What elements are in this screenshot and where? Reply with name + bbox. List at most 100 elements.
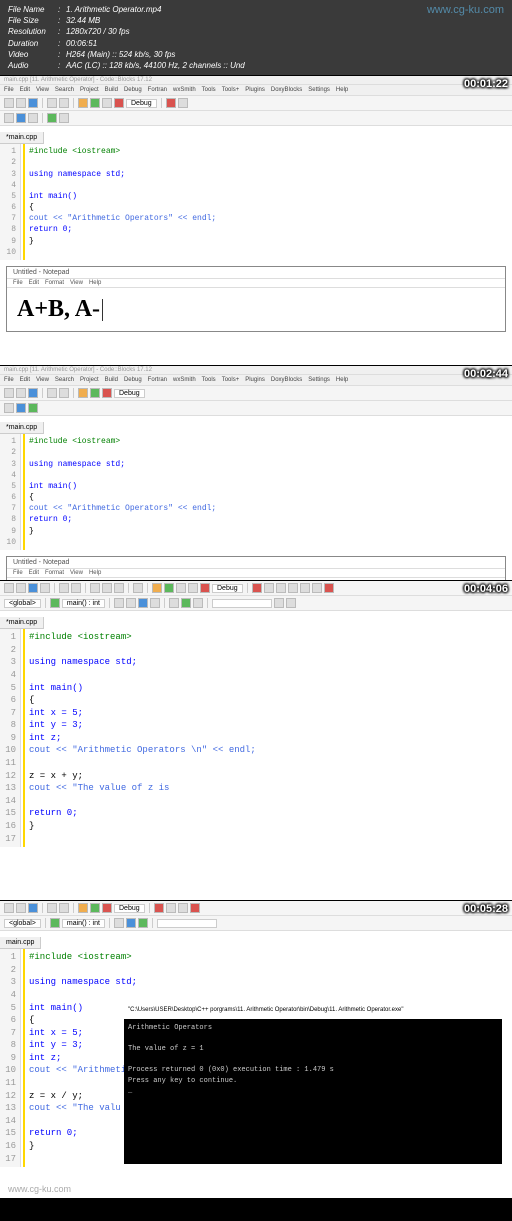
tool-icon[interactable] [286,598,296,608]
editor-tab-4[interactable]: main.cpp [0,937,41,949]
tool-icon[interactable] [28,403,38,413]
code-content[interactable]: #include <iostream> using namespace std;… [23,434,512,550]
np-menu-format[interactable]: Format [45,570,64,576]
menu-search[interactable]: Search [55,87,74,93]
paste-icon[interactable] [114,583,124,593]
target-dropdown[interactable]: Debug [114,389,145,398]
redo-icon[interactable] [71,583,81,593]
np-menu-file[interactable]: File [13,570,23,576]
open-icon[interactable] [16,903,26,913]
ide-menubar-2[interactable]: FileEditViewSearchProjectBuildDebugFortr… [0,375,512,386]
menu-debug[interactable]: Debug [124,377,142,383]
code-editor-3[interactable]: 1234567891011121314151617 #include <iost… [0,629,512,847]
save-icon[interactable] [28,98,38,108]
step-icon[interactable] [166,903,176,913]
menu-settings[interactable]: Settings [308,87,330,93]
np-menu-edit[interactable]: Edit [29,570,39,576]
np-menu-edit[interactable]: Edit [29,280,39,286]
notepad-textarea[interactable]: A+B, A- [7,288,505,331]
copy-icon[interactable] [102,583,112,593]
new-icon[interactable] [4,583,14,593]
ide-menubar-1[interactable]: FileEditViewSearchProjectBuildDebugFortr… [0,85,512,96]
target-dropdown[interactable]: Debug [114,904,145,913]
menu-build[interactable]: Build [105,87,118,93]
code-editor-2[interactable]: 12345678910 #include <iostream> using na… [0,434,512,550]
undo-icon[interactable] [47,388,57,398]
next-line-icon[interactable] [276,583,286,593]
goto-icon[interactable] [50,598,60,608]
target-dropdown[interactable]: Debug [126,99,157,108]
next-instr-icon[interactable] [312,583,322,593]
menu-search[interactable]: Search [55,377,74,383]
scope-dropdown[interactable]: <global> [4,599,41,608]
find-icon[interactable] [133,583,143,593]
function-dropdown[interactable]: main() : int [62,919,105,928]
tool-icon[interactable] [181,598,191,608]
scope-dropdown[interactable]: <global> [4,919,41,928]
np-menu-view[interactable]: View [70,570,83,576]
cut-icon[interactable] [90,583,100,593]
new-icon[interactable] [4,98,14,108]
np-menu-format[interactable]: Format [45,280,64,286]
np-menu-help[interactable]: Help [89,570,101,576]
step-into-icon[interactable] [288,583,298,593]
tool-icon[interactable] [16,403,26,413]
debug-icon[interactable] [166,98,176,108]
code-content[interactable]: #include <iostream> using namespace std;… [23,629,512,847]
redo-icon[interactable] [59,903,69,913]
menu-build[interactable]: Build [105,377,118,383]
run-icon[interactable] [164,583,174,593]
menu-settings[interactable]: Settings [308,377,330,383]
tool-icon[interactable] [16,113,26,123]
run-cursor-icon[interactable] [264,583,274,593]
search-box[interactable] [212,599,272,608]
menu-tools[interactable]: Tools [202,87,216,93]
tool-icon[interactable] [114,598,124,608]
menu-help[interactable]: Help [336,377,348,383]
build-run-icon[interactable] [102,98,112,108]
search-box[interactable] [157,919,217,928]
build-icon[interactable] [152,583,162,593]
abort-icon[interactable] [200,583,210,593]
undo-icon[interactable] [47,98,57,108]
notepad-menubar[interactable]: File Edit Format View Help [7,569,505,578]
build-icon[interactable] [78,903,88,913]
menu-wxsmith[interactable]: wxSmith [173,87,196,93]
tool-icon[interactable] [126,918,136,928]
menu-fortran[interactable]: Fortran [148,87,167,93]
goto-icon[interactable] [50,918,60,928]
run-icon[interactable] [90,388,100,398]
tool-icon[interactable] [47,113,57,123]
notepad-menubar[interactable]: FileEditFormatViewHelp [7,279,505,288]
notepad-window-1[interactable]: Untitled - Notepad FileEditFormatViewHel… [6,266,506,332]
new-icon[interactable] [4,388,14,398]
stop-debug-icon[interactable] [324,583,334,593]
redo-icon[interactable] [59,388,69,398]
menu-tools[interactable]: Tools [202,377,216,383]
menu-debug[interactable]: Debug [124,87,142,93]
tool-icon[interactable] [4,113,14,123]
np-menu-file[interactable]: File [13,280,23,286]
tool-icon[interactable] [274,598,284,608]
editor-tab-3[interactable]: *main.cpp [0,617,44,629]
tool-icon[interactable] [150,598,160,608]
menu-view[interactable]: View [36,377,49,383]
redo-icon[interactable] [59,98,69,108]
save-icon[interactable] [28,388,38,398]
menu-toolsplus[interactable]: Tools+ [222,87,240,93]
debug-start-icon[interactable] [154,903,164,913]
undo-icon[interactable] [47,903,57,913]
debug-start-icon[interactable] [252,583,262,593]
stop-icon[interactable] [102,903,112,913]
stop-debug-icon[interactable] [190,903,200,913]
editor-tab-1[interactable]: *main.cpp [0,132,44,144]
menu-doxyblocks[interactable]: DoxyBlocks [271,87,302,93]
menu-file[interactable]: File [4,377,14,383]
code-content[interactable]: #include <iostream> using namespace std;… [23,144,512,260]
menu-project[interactable]: Project [80,377,99,383]
tool-icon[interactable] [138,598,148,608]
step-icon[interactable] [178,903,188,913]
build-icon[interactable] [78,98,88,108]
tool-icon[interactable] [169,598,179,608]
console-window[interactable]: "C:\Users\USER\Desktop\C++ porgrams\11. … [120,1001,506,1168]
